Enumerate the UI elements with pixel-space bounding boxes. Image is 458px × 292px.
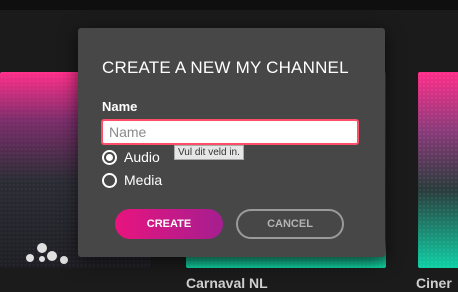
radio-option-audio[interactable]: Audio	[102, 149, 160, 165]
card-title-ciner: Ciner	[416, 275, 452, 291]
card-title-carnaval: Carnaval NL	[186, 275, 268, 291]
channel-logo-icon	[26, 243, 68, 264]
channel-card-right[interactable]	[418, 72, 458, 268]
create-button[interactable]: CREATE	[115, 209, 223, 239]
name-input[interactable]	[101, 119, 359, 145]
dialog-title: CREATE A NEW MY CHANNEL	[102, 58, 349, 77]
top-bar	[0, 0, 458, 10]
radio-label-media: Media	[124, 172, 163, 188]
create-channel-dialog: CREATE A NEW MY CHANNEL Name Audio Media…	[78, 28, 385, 257]
radio-selected-dot	[106, 153, 113, 161]
radio-button-audio[interactable]	[102, 149, 117, 165]
name-label: Name	[102, 99, 138, 114]
radio-option-media[interactable]: Media	[102, 172, 162, 188]
radio-label-audio: Audio	[124, 149, 160, 165]
cancel-button[interactable]: CANCEL	[236, 209, 344, 239]
validation-tooltip: Vul dit veld in.	[174, 145, 244, 160]
radio-button-media[interactable]	[102, 172, 117, 188]
